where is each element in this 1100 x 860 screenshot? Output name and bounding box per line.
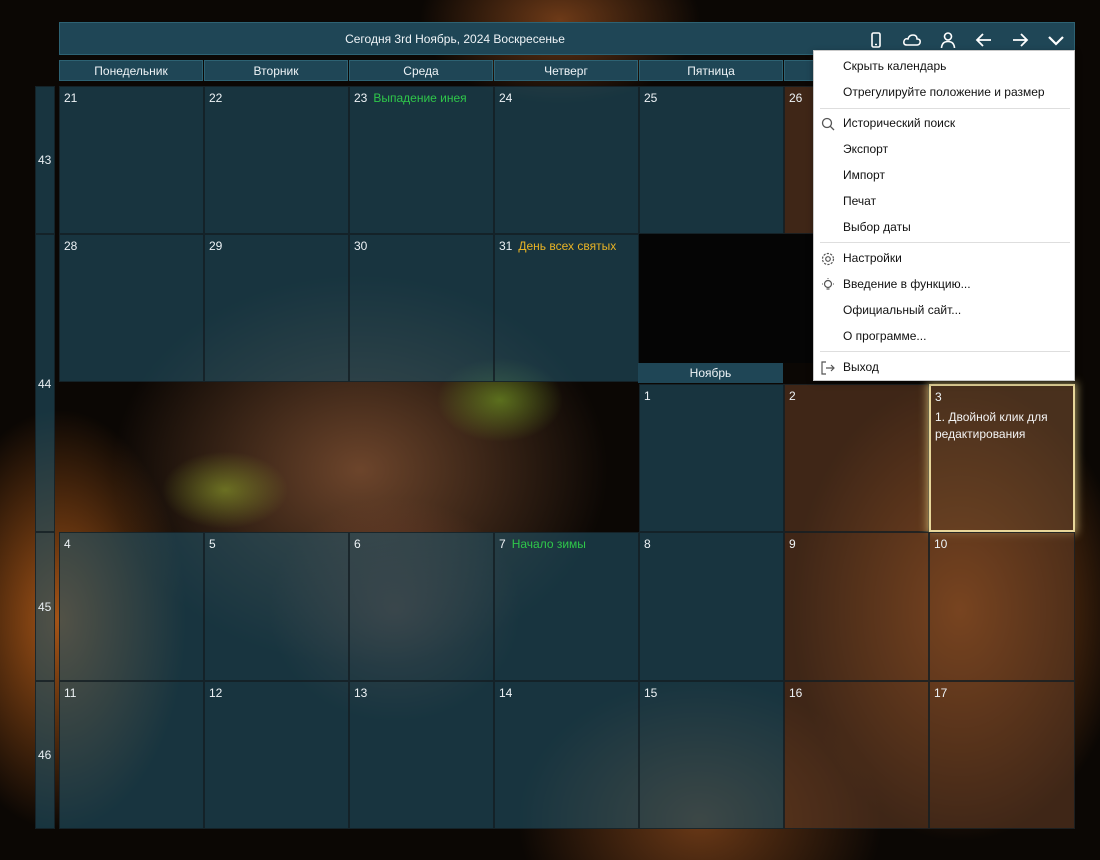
day-cell[interactable]: 24 [494,86,639,234]
menu-item-exit[interactable]: Выход [814,354,1074,380]
weekday-header: Пятница [639,60,783,81]
menu-separator [820,351,1070,352]
cloud-icon[interactable] [902,30,922,50]
menu-item-official-site[interactable]: Официальный сайт... [814,297,1074,323]
gear-icon [820,250,836,266]
menu-separator [820,108,1070,109]
week-number: 45 [35,532,55,681]
menu-item-import[interactable]: Импорт [814,162,1074,188]
menu-item-about[interactable]: О программе... [814,323,1074,349]
day-cell[interactable]: 6 [349,532,494,681]
day-cell[interactable]: 1 [639,384,784,532]
day-cell[interactable]: 28 [59,234,204,382]
menu-item-intro[interactable]: Введение в функцию... [814,271,1074,297]
user-icon[interactable] [938,30,958,50]
dropdown-menu: Скрыть календарь Отрегулируйте положение… [813,50,1075,381]
event-note: 1. Двойной клик для редактирования [935,410,1048,441]
day-cell[interactable]: 11 [59,681,204,829]
day-cell[interactable]: 7 Начало зимы [494,532,639,681]
day-cell[interactable]: 30 [349,234,494,382]
day-cell[interactable]: 16 [784,681,929,829]
day-cell[interactable]: 31 День всех святых [494,234,639,382]
day-cell[interactable]: 26 [784,86,814,234]
day-cell[interactable]: 8 [639,532,784,681]
empty-area [638,234,814,363]
menu-item-settings[interactable]: Настройки [814,245,1074,271]
day-cell[interactable]: 5 [204,532,349,681]
weekday-header: Вторник [204,60,348,81]
lightbulb-icon [820,276,836,292]
event-label: Выпадение инея [373,91,467,105]
menu-item-date-select[interactable]: Выбор даты [814,214,1074,240]
menu-item-label: Выход [843,360,879,374]
day-cell[interactable]: 10 [929,532,1075,681]
menu-separator [820,242,1070,243]
day-cell[interactable]: 14 [494,681,639,829]
day-cell[interactable]: 4 [59,532,204,681]
menu-item-adjust-position[interactable]: Отрегулируйте положение и размер [814,79,1074,105]
day-cell[interactable]: 25 [639,86,784,234]
chevron-down-icon[interactable] [1046,30,1066,50]
week-number: 44 [35,234,55,532]
weekday-header: Четверг [494,60,638,81]
event-label: Начало зимы [511,537,586,551]
event-label: День всех святых [518,239,617,253]
phone-icon[interactable] [866,30,886,50]
day-cell[interactable]: 23 Выпадение инея [349,86,494,234]
exit-icon [820,359,836,375]
menu-item-history-search[interactable]: Исторический поиск [814,110,1074,136]
week-number: 46 [35,681,55,829]
day-cell[interactable]: 15 [639,681,784,829]
weekday-header: Понедельник [59,60,203,81]
day-cell[interactable]: 12 [204,681,349,829]
search-icon [820,115,836,131]
menu-item-hide-calendar[interactable]: Скрыть календарь [814,53,1074,79]
day-cell[interactable]: 29 [204,234,349,382]
today-label: Сегодня 3rd Ноябрь, 2024 Воскресенье [345,32,565,46]
arrow-left-icon[interactable] [974,30,994,50]
day-cell[interactable]: 22 [204,86,349,234]
arrow-right-icon[interactable] [1010,30,1030,50]
menu-item-export[interactable]: Экспорт [814,136,1074,162]
menu-item-label: Введение в функцию... [843,277,971,291]
weekday-header-partial [784,60,814,81]
day-cell-today[interactable]: 3 1. Двойной клик для редактирования [929,384,1075,532]
day-cell[interactable]: 2 [784,384,929,532]
month-label: Ноябрь [638,363,783,383]
menu-item-label: Исторический поиск [843,116,956,130]
menu-item-print[interactable]: Печат [814,188,1074,214]
day-cell[interactable]: 13 [349,681,494,829]
day-cell[interactable]: 17 [929,681,1075,829]
day-cell[interactable]: 9 [784,532,929,681]
day-cell[interactable]: 21 [59,86,204,234]
menu-item-label: Настройки [843,251,902,265]
weekday-header: Среда [349,60,493,81]
week-number: 43 [35,86,55,234]
